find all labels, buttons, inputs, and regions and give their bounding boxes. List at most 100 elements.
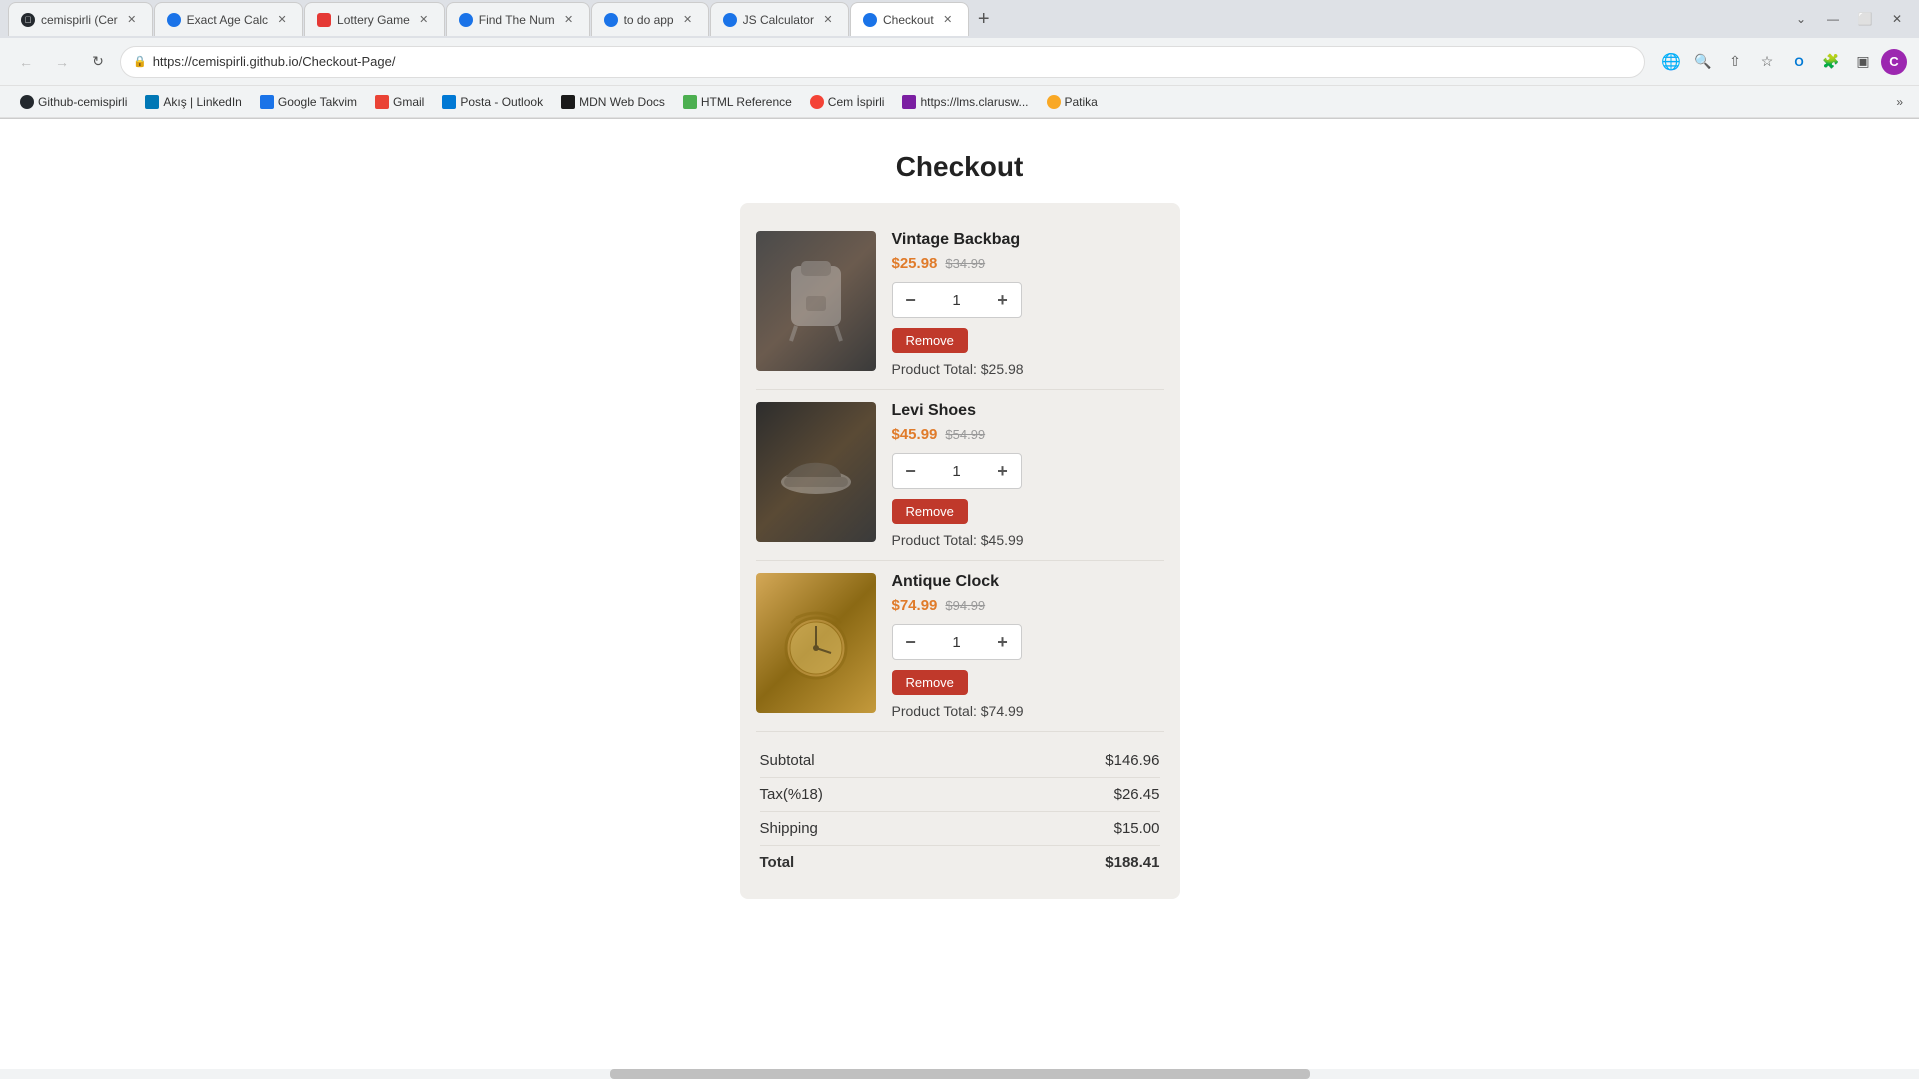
remove-shoes[interactable]: Remove [892,499,968,524]
shipping-value: $15.00 [1114,820,1160,837]
profile-avatar[interactable]: C [1881,49,1907,75]
bookmark-mdn[interactable]: MDN Web Docs [553,90,673,114]
product-prices-clock: $74.99 $94.99 [892,597,1164,614]
subtotal-label: Subtotal [760,752,815,769]
address-bar: ← → ↻ 🔒 https://cemispirli.github.io/Che… [0,38,1919,86]
find-favicon [459,13,473,27]
tab-find-close[interactable]: ✕ [561,12,577,28]
tab-lottery[interactable]: Lottery Game ✕ [304,2,445,36]
tab-lottery-close[interactable]: ✕ [416,12,432,28]
new-tab-button[interactable]: + [970,5,998,33]
checkout-favicon [863,13,877,27]
qty-value-shoes: 1 [929,463,985,480]
lock-icon: 🔒 [133,55,147,68]
bookmark-patika-favicon [1047,95,1061,109]
extensions-icon[interactable]: 🧩 [1817,48,1845,76]
bookmark-github[interactable]: Github-cemispirli [12,90,135,114]
tab-find-title: Find The Num [479,13,555,27]
total-value: $188.41 [1105,854,1159,871]
quantity-control-clock: − 1 + [892,624,1022,660]
tab-age[interactable]: Exact Age Calc ✕ [154,2,303,36]
summary-total: Total $188.41 [760,846,1160,879]
tab-age-close[interactable]: ✕ [274,12,290,28]
tab-github-title: cemispirli (Cer [41,13,118,27]
qty-value-clock: 1 [929,634,985,651]
maximize-button[interactable]: ⬜ [1851,5,1879,33]
qty-decrease-shoes[interactable]: − [893,453,929,489]
price-current-backpack: $25.98 [892,255,938,272]
bookmark-patika[interactable]: Patika [1039,90,1106,114]
tab-jscalc[interactable]: JS Calculator ✕ [710,2,849,36]
product-item-clock: Antique Clock $74.99 $94.99 − 1 + Remove… [756,561,1164,732]
close-window-button[interactable]: ✕ [1883,5,1911,33]
bookmark-lms[interactable]: https://lms.clarusw... [894,90,1036,114]
minimize-button[interactable]: — [1819,5,1847,33]
product-details-clock: Antique Clock $74.99 $94.99 − 1 + Remove… [892,573,1164,719]
bookmark-cem[interactable]: Cem İspirli [802,90,893,114]
toolbar-icons: 🌐 🔍 ⇧ ☆ O 🧩 ▣ C [1657,48,1907,76]
tab-find[interactable]: Find The Num ✕ [446,2,590,36]
tab-checkout-title: Checkout [883,13,934,27]
translate-icon[interactable]: 🌐 [1657,48,1685,76]
qty-increase-shoes[interactable]: + [985,453,1021,489]
bookmark-outlook-label: Posta - Outlook [460,95,543,109]
price-original-clock: $94.99 [945,598,985,613]
tab-todo-close[interactable]: ✕ [680,12,696,28]
remove-clock[interactable]: Remove [892,670,968,695]
product-details-shoes: Levi Shoes $45.99 $54.99 − 1 + Remove Pr… [892,402,1164,548]
sidebar-icon[interactable]: ▣ [1849,48,1877,76]
outlook-icon[interactable]: O [1785,48,1813,76]
reload-button[interactable]: ↻ [84,48,112,76]
bookmark-html[interactable]: HTML Reference [675,90,800,114]
remove-backpack[interactable]: Remove [892,328,968,353]
tab-todo[interactable]: to do app ✕ [591,2,709,36]
tab-github-close[interactable]: ✕ [124,12,140,28]
page-title: Checkout [0,119,1919,203]
product-image-clock [756,573,876,713]
shipping-label: Shipping [760,820,818,837]
page-content: Checkout Vintage Backbag $25.98 $34.99 [0,119,1919,1080]
tax-value: $26.45 [1114,786,1160,803]
summary-tax: Tax(%18) $26.45 [760,778,1160,812]
tab-todo-title: to do app [624,13,674,27]
qty-decrease-backpack[interactable]: − [893,282,929,318]
bookmark-linkedin-favicon [145,95,159,109]
scrollbar-thumb[interactable] [610,1069,1310,1079]
share-icon[interactable]: ⇧ [1721,48,1749,76]
summary-section: Subtotal $146.96 Tax(%18) $26.45 Shippin… [756,732,1164,883]
todo-favicon [604,13,618,27]
tab-github[interactable]:  cemispirli (Cer ✕ [8,2,153,36]
tab-age-title: Exact Age Calc [187,13,268,27]
bookmarks-more[interactable]: » [1892,95,1907,109]
product-name-clock: Antique Clock [892,573,1164,591]
tab-bar:  cemispirli (Cer ✕ Exact Age Calc ✕ Lot… [0,0,1919,38]
bookmark-outlook[interactable]: Posta - Outlook [434,90,551,114]
tab-jscalc-close[interactable]: ✕ [820,12,836,28]
total-label: Total [760,854,795,871]
search-icon[interactable]: 🔍 [1689,48,1717,76]
bookmark-gmail-label: Gmail [393,95,424,109]
tab-list-button[interactable]: ⌄ [1787,5,1815,33]
bookmark-linkedin-label: Akış | LinkedIn [163,95,242,109]
qty-increase-backpack[interactable]: + [985,282,1021,318]
bookmark-gmail[interactable]: Gmail [367,90,432,114]
product-prices-backpack: $25.98 $34.99 [892,255,1164,272]
tab-checkout[interactable]: Checkout ✕ [850,2,969,36]
bookmark-takvim[interactable]: Google Takvim [252,90,365,114]
back-button[interactable]: ← [12,48,40,76]
bookmark-cem-favicon [810,95,824,109]
bookmark-github-label: Github-cemispirli [38,95,127,109]
tab-jscalc-title: JS Calculator [743,13,814,27]
bookmarks-bar: Github-cemispirli Akış | LinkedIn Google… [0,86,1919,118]
bookmark-gmail-favicon [375,95,389,109]
bookmark-cem-label: Cem İspirli [828,95,885,109]
horizontal-scrollbar[interactable] [0,1069,1919,1079]
bookmark-outlook-favicon [442,95,456,109]
tab-checkout-close[interactable]: ✕ [940,12,956,28]
bookmark-linkedin[interactable]: Akış | LinkedIn [137,90,250,114]
address-field[interactable]: 🔒 https://cemispirli.github.io/Checkout-… [120,46,1645,78]
bookmark-star-icon[interactable]: ☆ [1753,48,1781,76]
qty-decrease-clock[interactable]: − [893,624,929,660]
qty-increase-clock[interactable]: + [985,624,1021,660]
forward-button[interactable]: → [48,48,76,76]
